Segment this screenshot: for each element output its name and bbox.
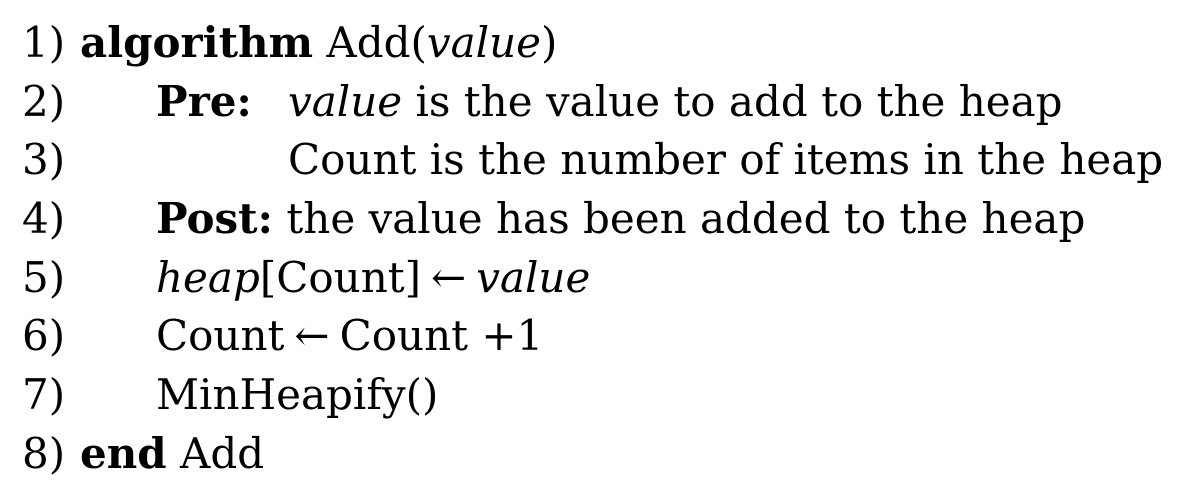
pre-condition-continuation: Count is the number of items in the heap [288, 135, 1164, 185]
line-number: 7) [22, 370, 66, 420]
statement-minheapify: MinHeapify() [156, 370, 439, 420]
keyword-post: Post: [156, 194, 274, 244]
post-condition: Post: the value has been added to the he… [156, 190, 1085, 249]
line-number: 1) [22, 18, 66, 67]
line-number: 4) [22, 194, 66, 244]
count-lhs: Count [156, 311, 285, 361]
heap-var: heap [156, 252, 260, 302]
line-number: 2) [22, 76, 66, 126]
line-number: 3) [22, 135, 66, 185]
algorithm-block: 1) algorithm Add(value) 2) Pre: value is … [22, 14, 1192, 484]
keyword-pre: Pre: [156, 76, 252, 126]
close-paren: ) [540, 18, 558, 67]
heap-index: [Count] [259, 252, 422, 302]
line-5: 5) heap[Count] ← value [22, 249, 1192, 308]
line-1: 1) algorithm Add(value) [22, 14, 1192, 73]
line-6: 6) Count ← Count +1 [22, 307, 1192, 366]
line-number: 6) [22, 311, 66, 361]
line-8: 8) end Add [22, 425, 1192, 484]
param-value: value [426, 18, 541, 67]
post-condition-text: the value has been added to the heap [286, 194, 1086, 244]
pre-condition-text: value is the value to add to the heap [288, 73, 1063, 132]
algorithm-name: Add( [326, 18, 427, 67]
statement-increment-count: Count ← Count +1 [156, 307, 543, 366]
param-value: value [288, 76, 403, 126]
count-rhs: Count +1 [339, 311, 544, 361]
left-arrow-icon: ← [294, 311, 330, 361]
line-number: 5) [22, 252, 66, 302]
keyword-algorithm: algorithm [80, 18, 314, 67]
line-3: 3) Count is the number of items in the h… [22, 131, 1192, 190]
left-arrow-icon: ← [431, 252, 467, 302]
line-number: 8) [22, 428, 66, 478]
statement-assign-heap: heap[Count] ← value [156, 249, 590, 308]
end-name: Add [179, 428, 265, 478]
keyword-end: end [80, 428, 167, 478]
line-2: 2) Pre: value is the value to add to the… [22, 73, 1192, 132]
line-7: 7) MinHeapify() [22, 366, 1192, 425]
pre-condition-rest: is the value to add to the heap [415, 76, 1063, 126]
line-4: 4) Post: the value has been added to the… [22, 190, 1192, 249]
value-var: value [476, 252, 591, 302]
